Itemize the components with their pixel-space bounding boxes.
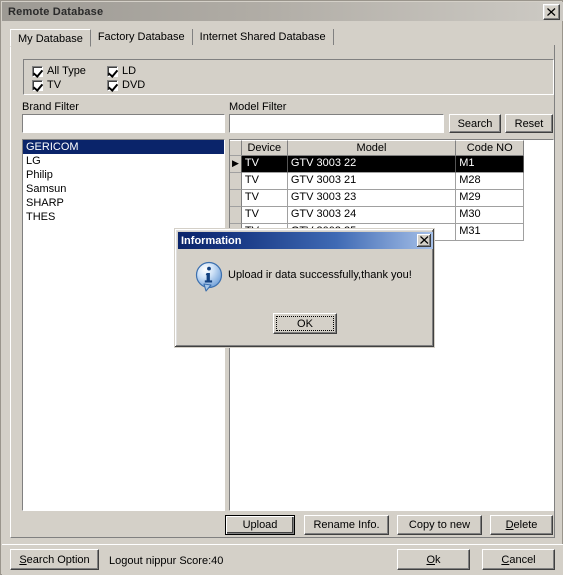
dialog-title: Information	[181, 234, 242, 247]
cell-code: M31	[456, 224, 524, 241]
model-grid-inner: Device Model Code NO ▶ TV GTV 3003 22 M1…	[230, 140, 524, 241]
grid-header-model[interactable]: Model	[287, 140, 457, 156]
delete-button[interactable]: Delete	[490, 515, 553, 535]
titlebar-buttons	[543, 4, 560, 20]
row-indicator	[230, 207, 242, 224]
search-option-button[interactable]: Search Option	[10, 549, 99, 570]
cell-code: M30	[456, 207, 524, 224]
window-titlebar: Remote Database	[2, 2, 563, 21]
row-indicator	[230, 173, 242, 190]
cell-device: TV	[241, 190, 288, 207]
dialog-titlebar: Information	[178, 232, 433, 249]
table-row[interactable]: TV GTV 3003 24 M30	[230, 207, 524, 224]
model-grid-header: Device Model Code NO	[230, 140, 524, 156]
model-filter-input[interactable]	[229, 114, 444, 133]
checkbox-tv[interactable]: TV	[32, 79, 61, 91]
cell-device: TV	[241, 156, 288, 173]
ok-button[interactable]: Ok	[397, 549, 470, 570]
brand-filter-input[interactable]	[22, 114, 225, 133]
brand-list-item[interactable]: Samsun	[23, 182, 224, 196]
brand-list-item[interactable]: SHARP	[23, 196, 224, 210]
model-filter-label: Model Filter	[229, 101, 287, 113]
brand-filter-label: Brand Filter	[22, 101, 79, 113]
info-icon	[193, 261, 227, 295]
search-button[interactable]: Search	[449, 114, 501, 133]
dialog-message: Upload ir data successfully,thank you!	[228, 269, 412, 281]
delete-button-mnemonic: D	[505, 519, 514, 531]
grid-header-device[interactable]: Device	[241, 140, 288, 156]
window-title: Remote Database	[8, 5, 104, 18]
dialog-ok-label: OK	[297, 317, 313, 330]
cancel-button-label: ancel	[509, 553, 536, 566]
search-option-mnemonic: S	[19, 553, 27, 566]
brand-list-item[interactable]: THES	[23, 210, 224, 224]
status-text: Logout nippur Score:40	[109, 555, 224, 567]
close-icon	[420, 236, 429, 244]
information-dialog: Information Upload ir data successfully,…	[174, 228, 435, 348]
search-option-label: earch Option	[26, 553, 90, 566]
cell-model: GTV 3003 21	[287, 173, 457, 190]
brand-list-item[interactable]: Philip	[23, 168, 224, 182]
checkbox-tv-label: TV	[47, 79, 62, 91]
checkbox-dvd-box[interactable]	[107, 79, 118, 91]
tab-internet-shared-database[interactable]: Internet Shared Database	[192, 29, 334, 46]
dialog-ok-button[interactable]: OK	[273, 313, 337, 334]
cell-code: M1	[456, 156, 524, 173]
checkbox-ld[interactable]: LD	[107, 65, 136, 77]
table-row[interactable]: TV GTV 3003 21 M28	[230, 173, 524, 190]
reset-button[interactable]: Reset	[505, 114, 553, 133]
cell-device: TV	[241, 173, 288, 190]
upload-button[interactable]: Upload	[225, 515, 295, 535]
tab-factory-database[interactable]: Factory Database	[90, 29, 193, 46]
cell-code: M28	[456, 173, 524, 190]
ok-button-label: k	[435, 553, 441, 566]
checkbox-dvd-label: DVD	[122, 79, 146, 91]
grid-header-code[interactable]: Code NO	[456, 140, 524, 156]
rename-info-button[interactable]: Rename Info.	[304, 515, 389, 535]
cell-model: GTV 3003 23	[287, 190, 457, 207]
checkbox-all-type-box[interactable]	[32, 65, 43, 77]
delete-button-label: elete	[513, 519, 538, 531]
cell-model: GTV 3003 24	[287, 207, 457, 224]
checkbox-ld-label: LD	[122, 65, 137, 77]
checkbox-dvd[interactable]: DVD	[107, 79, 145, 91]
checkbox-all-type[interactable]: All Type	[32, 65, 86, 77]
brand-list-item[interactable]: GERICOM	[23, 140, 224, 154]
cancel-button[interactable]: Cancel	[482, 549, 555, 570]
cell-code: M29	[456, 190, 524, 207]
application-window: Remote Database My Database Factory Data…	[0, 0, 563, 575]
row-indicator	[230, 190, 242, 207]
checkbox-all-type-label: All Type	[47, 65, 86, 77]
window-close-button[interactable]	[543, 4, 560, 20]
tab-my-database[interactable]: My Database	[10, 29, 91, 47]
brand-list-item[interactable]: LG	[23, 154, 224, 168]
ok-button-mnemonic: O	[426, 553, 436, 566]
checkbox-tv-box[interactable]	[32, 79, 43, 91]
grid-header-indicator	[230, 140, 242, 156]
row-indicator: ▶	[230, 156, 242, 173]
dialog-close-button[interactable]	[417, 234, 431, 247]
type-filter-group: All Type LD TV DVD	[23, 59, 554, 95]
close-icon	[547, 8, 556, 16]
table-row[interactable]: TV GTV 3003 23 M29	[230, 190, 524, 207]
checkbox-ld-box[interactable]	[107, 65, 118, 77]
table-row[interactable]: ▶ TV GTV 3003 22 M1	[230, 156, 524, 173]
cell-device: TV	[241, 207, 288, 224]
cell-model: GTV 3003 22	[287, 156, 457, 173]
copy-to-new-button[interactable]: Copy to new	[397, 515, 482, 535]
